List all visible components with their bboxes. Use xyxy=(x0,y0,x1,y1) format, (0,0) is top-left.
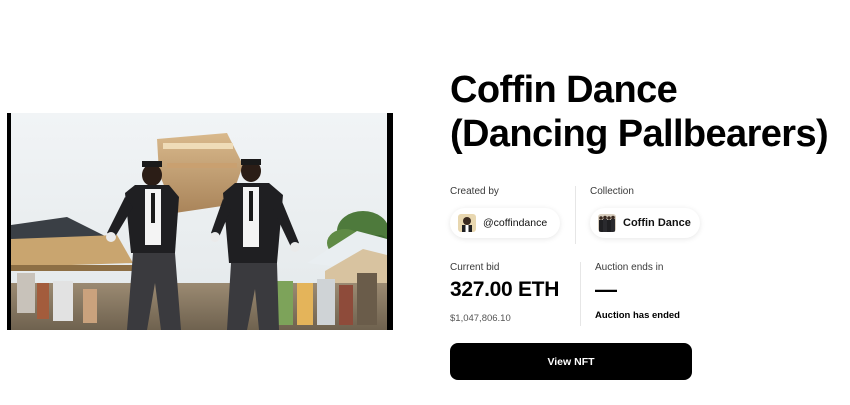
collection-avatar-icon xyxy=(598,214,616,232)
creator-handle: @coffindance xyxy=(483,217,548,229)
current-bid-label: Current bid xyxy=(450,262,500,273)
nft-video-frame xyxy=(7,113,393,330)
collection-chip[interactable]: Coffin Dance xyxy=(590,208,700,238)
auction-status: Auction has ended xyxy=(595,310,680,321)
creator-avatar-icon xyxy=(458,214,476,232)
divider-vertical xyxy=(575,186,576,244)
collection-label: Collection xyxy=(590,186,634,197)
auction-ends-label: Auction ends in xyxy=(595,262,664,273)
nft-title-line2: (Dancing Pallbearers) xyxy=(450,113,829,155)
created-by-label: Created by xyxy=(450,186,499,197)
auction-countdown: — xyxy=(595,277,617,302)
current-bid-usd: $1,047,806.10 xyxy=(450,313,511,324)
current-bid-amount: 327.00 ETH xyxy=(450,278,560,301)
divider-vertical xyxy=(580,262,581,326)
view-nft-button[interactable]: View NFT xyxy=(450,343,692,380)
collection-name: Coffin Dance xyxy=(623,217,691,229)
nft-title: Coffin Dance (Dancing Pallbearers) xyxy=(450,68,845,156)
nft-auction-page: Coffin Dance (Dancing Pallbearers) Creat… xyxy=(0,0,850,405)
creator-chip[interactable]: @coffindance xyxy=(450,208,560,238)
nft-media-preview[interactable] xyxy=(7,113,393,330)
nft-title-line1: Coffin Dance xyxy=(450,69,678,111)
